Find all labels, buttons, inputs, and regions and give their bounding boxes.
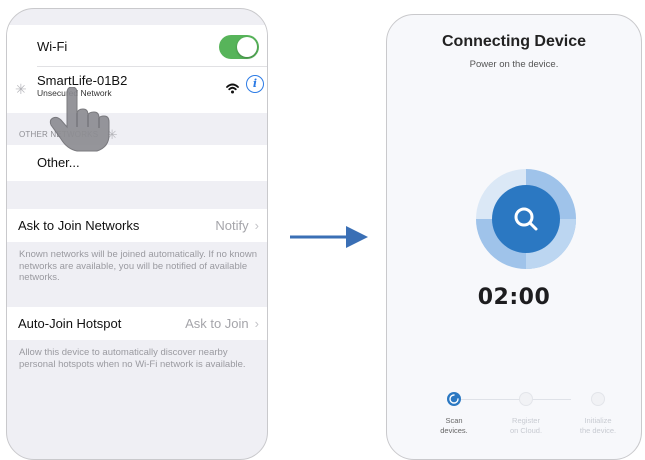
wifi-icon [226, 83, 239, 94]
step-register-label: Register on Cloud. [509, 416, 543, 435]
info-icon[interactable]: i [246, 75, 264, 93]
auto-join-hotspot-value: Ask to Join › [185, 316, 259, 331]
page-title: Connecting Device [441, 33, 587, 50]
countdown-timer: 02:00 [477, 285, 551, 310]
chevron-right-icon: › [254, 218, 259, 233]
auto-join-hotspot-row[interactable]: Auto-Join Hotspot Ask to Join › [7, 307, 267, 340]
other-network-row[interactable]: Other... [7, 145, 267, 181]
toggle-knob [237, 37, 257, 57]
auto-join-hotspot-label: Auto-Join Hotspot [18, 316, 122, 331]
step-initialize-indicator [591, 392, 605, 406]
chevron-right-icon: › [254, 316, 259, 331]
scan-radar [476, 169, 576, 269]
wifi-label: Wi-Fi [37, 39, 68, 54]
wifi-group: Wi-Fi ✳ SmartLife-01B2 Unsecured Network [7, 25, 267, 113]
spinner-icon: ✳ [15, 81, 27, 97]
step-scan-label: Scan devices. [440, 416, 468, 435]
pointing-hand-icon [49, 87, 110, 152]
step-connector [459, 399, 571, 400]
wifi-toggle[interactable] [219, 35, 259, 59]
spinner-icon [449, 394, 459, 404]
page-subtitle: Power on the device. [469, 59, 559, 70]
step-initialize-label: Initialize the device. [579, 416, 617, 435]
connecting-device-screen: Connecting Device Power on the device. 0… [386, 14, 642, 460]
step-register-indicator [519, 392, 533, 406]
ask-to-join-row[interactable]: Ask to Join Networks Notify › [7, 209, 267, 242]
divider [37, 66, 267, 67]
auto-join-hotspot-footnote: Allow this device to automatically disco… [19, 347, 246, 370]
wifi-settings-screen: Wi-Fi ✳ SmartLife-01B2 Unsecured Network… [6, 8, 268, 460]
step-scan-indicator [447, 392, 461, 406]
ask-to-join-label: Ask to Join Networks [18, 218, 140, 233]
arrow-right-icon [290, 226, 368, 248]
other-network-label: Other... [37, 155, 80, 170]
ask-to-join-value: Notify › [215, 218, 259, 233]
network-name: SmartLife-01B2 [37, 73, 128, 88]
ask-to-join-footnote: Known networks will be joined automatica… [19, 249, 257, 283]
